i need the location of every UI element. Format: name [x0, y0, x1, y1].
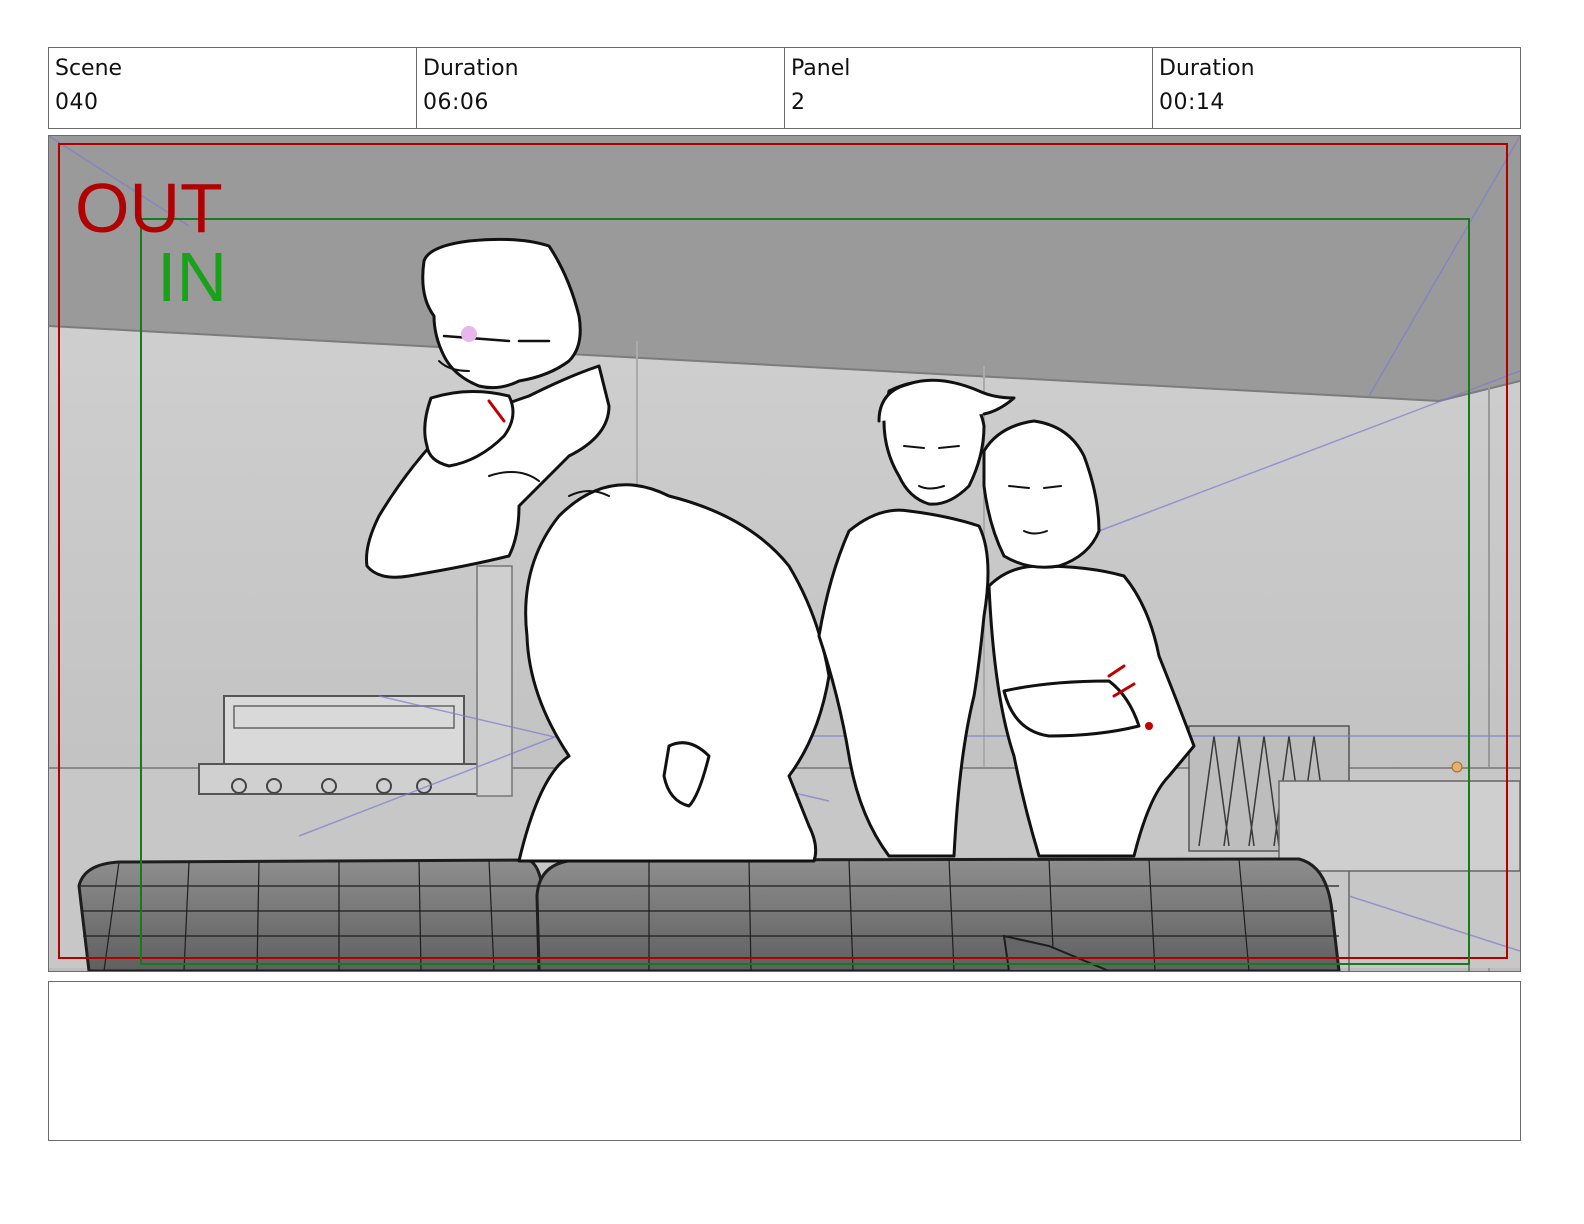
notes-box[interactable] — [48, 981, 1521, 1141]
scene-duration-label: Duration — [423, 56, 519, 81]
scene-cell: Scene 040 — [49, 48, 417, 128]
sofa — [77, 857, 1341, 971]
scene-duration-cell: Duration 06:06 — [417, 48, 785, 128]
panel-duration-cell: Duration 00:14 — [1153, 48, 1520, 128]
panel-duration-value: 00:14 — [1159, 90, 1225, 115]
panel-label: Panel — [791, 56, 851, 81]
panel-cell: Panel 2 — [785, 48, 1153, 128]
scene-duration-value: 06:06 — [423, 90, 489, 115]
storyboard-panel-image: OUT IN — [48, 135, 1521, 972]
storyboard-header: Scene 040 Duration 06:06 Panel 2 Duratio… — [48, 47, 1521, 129]
in-frame-label: IN — [157, 238, 227, 316]
scene-value: 040 — [55, 90, 99, 115]
out-frame-label: OUT — [75, 169, 223, 247]
scene-label: Scene — [55, 56, 123, 81]
panel-value: 2 — [791, 90, 806, 115]
panel-duration-label: Duration — [1159, 56, 1255, 81]
